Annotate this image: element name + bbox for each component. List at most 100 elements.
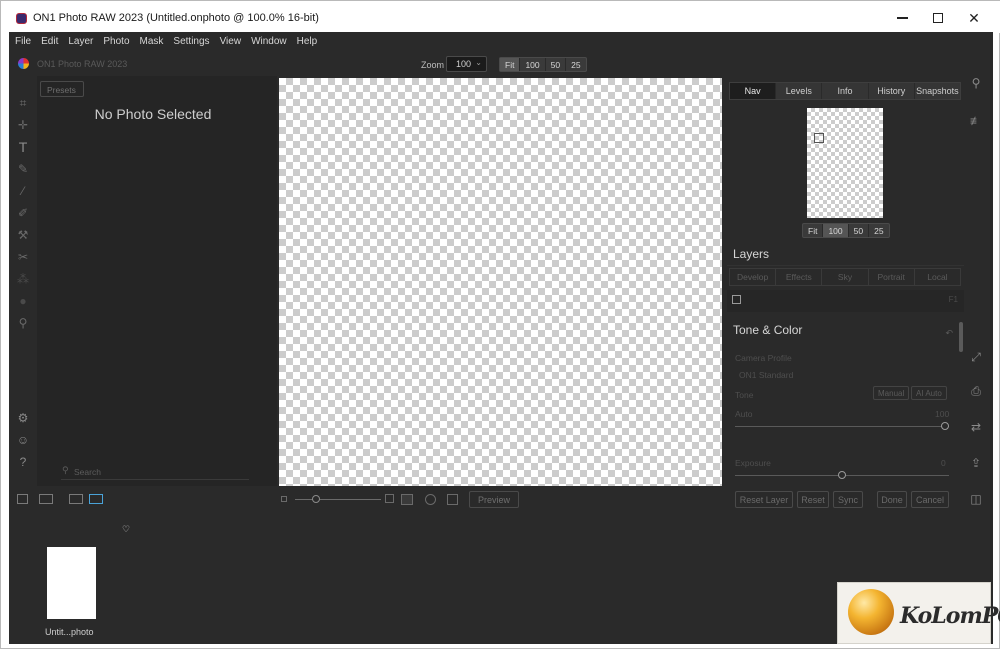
- tab-snapshots[interactable]: Snapshots: [915, 83, 960, 99]
- tab-levels[interactable]: Levels: [776, 83, 823, 99]
- tab-develop[interactable]: Develop: [730, 269, 777, 285]
- nav-50-button[interactable]: 50: [849, 224, 870, 237]
- photo-thumbnail[interactable]: [47, 547, 96, 619]
- send-icon[interactable]: ⇄: [969, 420, 983, 434]
- close-icon: ✕: [968, 9, 980, 26]
- reset-button[interactable]: Reset: [797, 491, 829, 508]
- menu-settings[interactable]: Settings: [173, 36, 209, 47]
- presets-tab[interactable]: Presets: [40, 81, 84, 97]
- close-button[interactable]: ✕: [959, 7, 989, 29]
- menu-window[interactable]: Window: [251, 36, 287, 47]
- photo-canvas[interactable]: [279, 78, 722, 486]
- tab-history[interactable]: History: [869, 83, 915, 99]
- help-icon[interactable]: ?: [16, 455, 30, 469]
- navigator-viewport[interactable]: [814, 133, 824, 143]
- minimize-button[interactable]: [887, 7, 917, 29]
- thumbnail-label: Untit...photo: [45, 627, 94, 637]
- tab-info[interactable]: Info: [822, 83, 869, 99]
- preview-button[interactable]: Preview: [469, 491, 519, 508]
- menu-file[interactable]: File: [15, 36, 31, 47]
- tab-nav[interactable]: Nav: [730, 83, 777, 99]
- exposure-value: 0: [941, 458, 946, 468]
- exposure-slider-knob[interactable]: [838, 471, 846, 479]
- favorite-icon[interactable]: ♡: [122, 524, 130, 535]
- title-bar: ON1 Photo RAW 2023 (Untitled.onphoto @ 1…: [1, 1, 1000, 33]
- zoom-select[interactable]: 100 ⌄: [446, 56, 487, 72]
- clone-tool-icon[interactable]: ⚒: [16, 228, 30, 242]
- panel-scrollbar[interactable]: [959, 322, 963, 352]
- brush-tool-icon[interactable]: ✎: [16, 162, 30, 176]
- zoom-50-button[interactable]: 50: [546, 58, 567, 71]
- zoom-tool-icon[interactable]: ⚲: [16, 316, 30, 330]
- ai-auto-button[interactable]: AI Auto: [911, 386, 947, 400]
- erase-tool-icon[interactable]: ✂: [16, 250, 30, 264]
- overlay-icon[interactable]: [447, 494, 458, 505]
- layer-row[interactable]: F1: [727, 290, 964, 312]
- line-mask-tool-icon[interactable]: ⁂: [16, 272, 30, 286]
- account-icon[interactable]: ☺: [16, 433, 30, 447]
- crop-tool-icon[interactable]: ⌗: [16, 96, 30, 110]
- gradient-tool-icon[interactable]: ⁄: [16, 184, 30, 198]
- redeye-tool-icon[interactable]: ●: [16, 294, 30, 308]
- done-button[interactable]: Done: [877, 491, 907, 508]
- single-view-icon[interactable]: [69, 494, 83, 504]
- navigator-preview[interactable]: [807, 108, 883, 218]
- menu-help[interactable]: Help: [297, 36, 318, 47]
- reset-layer-button[interactable]: Reset Layer: [735, 491, 793, 508]
- compare-icon[interactable]: [401, 494, 413, 505]
- retouch-tool-icon[interactable]: ✐: [16, 206, 30, 220]
- auto-label: Auto: [735, 409, 753, 419]
- maximize-button[interactable]: [923, 7, 953, 29]
- search-icon: ⚲: [62, 465, 69, 475]
- export-icon[interactable]: ⇪: [969, 456, 983, 470]
- cancel-button[interactable]: Cancel: [911, 491, 949, 508]
- slider-knob[interactable]: [312, 495, 320, 503]
- edit-module-icon[interactable]: ≢: [969, 114, 983, 128]
- browse-module-icon[interactable]: ⚲: [969, 76, 983, 90]
- panel-layout-icon[interactable]: ◫: [969, 492, 983, 506]
- nav-100-button[interactable]: 100: [823, 224, 849, 237]
- text-tool-icon[interactable]: T: [16, 139, 30, 155]
- mask-view-icon[interactable]: [425, 494, 436, 505]
- tab-portrait[interactable]: Portrait: [869, 269, 915, 285]
- zoom-value: 100: [456, 59, 472, 69]
- nav-fit-button[interactable]: Fit: [803, 224, 824, 237]
- menu-mask[interactable]: Mask: [140, 36, 164, 47]
- sync-button[interactable]: Sync: [833, 491, 863, 508]
- exposure-label: Exposure: [735, 458, 771, 468]
- menu-layer[interactable]: Layer: [68, 36, 93, 47]
- extras-icon[interactable]: ⚙: [16, 411, 30, 425]
- tab-sky[interactable]: Sky: [822, 269, 869, 285]
- manual-button[interactable]: Manual: [873, 386, 910, 400]
- print-icon[interactable]: ⎙: [969, 384, 983, 398]
- large-square-icon: [385, 494, 394, 503]
- reset-icon[interactable]: ↶: [945, 328, 953, 339]
- move-tool-icon[interactable]: ✛: [16, 118, 30, 132]
- auto-slider[interactable]: [735, 426, 949, 427]
- zoom-fit-button[interactable]: Fit: [500, 58, 521, 71]
- camera-profile-value[interactable]: ON1 Standard: [739, 370, 793, 380]
- tab-local[interactable]: Local: [915, 269, 960, 285]
- menu-photo[interactable]: Photo: [103, 36, 129, 47]
- menu-edit[interactable]: Edit: [41, 36, 58, 47]
- search-input[interactable]: ⚲ Search: [61, 464, 249, 480]
- chevron-down-icon: ⌄: [475, 58, 482, 67]
- layers-title[interactable]: Layers: [727, 244, 964, 266]
- app-window: ON1 Photo RAW 2023 (Untitled.onphoto @ 1…: [0, 0, 1000, 649]
- tab-effects[interactable]: Effects: [776, 269, 823, 285]
- nav-zoom-group: Fit 100 50 25: [802, 223, 890, 238]
- menu-view[interactable]: View: [220, 36, 242, 47]
- zoom-25-button[interactable]: 25: [566, 58, 585, 71]
- auto-slider-knob[interactable]: [941, 422, 949, 430]
- screen-view-icon[interactable]: [39, 494, 53, 504]
- camera-profile-label: Camera Profile: [735, 353, 792, 363]
- tone-color-title[interactable]: Tone & Color: [727, 318, 964, 342]
- view-mode-row: [9, 492, 119, 508]
- nav-25-button[interactable]: 25: [869, 224, 888, 237]
- filmstrip-view-icon[interactable]: [89, 494, 103, 504]
- brush-size-slider[interactable]: [295, 499, 381, 500]
- panel-toggle-icon[interactable]: [17, 494, 28, 504]
- zoom-100-button[interactable]: 100: [520, 58, 546, 71]
- window-title: ON1 Photo RAW 2023 (Untitled.onphoto @ 1…: [33, 12, 319, 24]
- resize-module-icon[interactable]: ⤢: [969, 350, 983, 364]
